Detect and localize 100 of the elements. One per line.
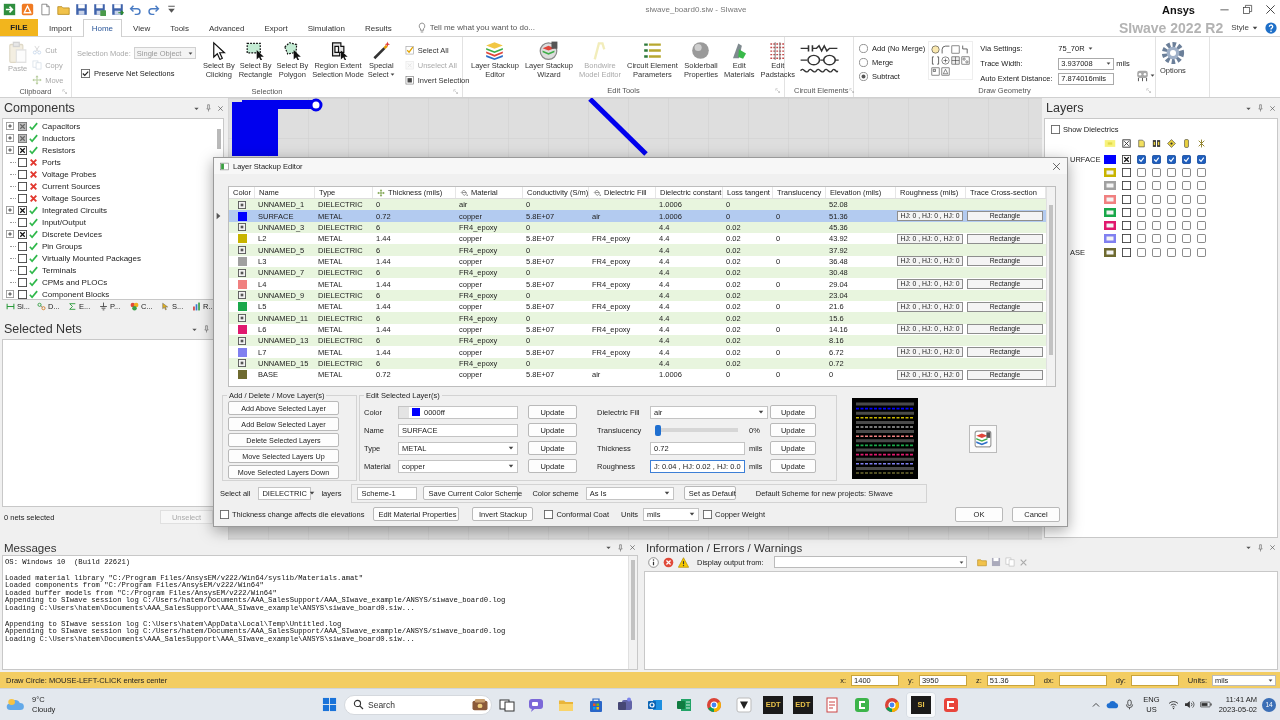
tree-item[interactable]: Voltage Sources xyxy=(42,193,101,203)
checkbox[interactable] xyxy=(18,169,27,179)
checkbox[interactable] xyxy=(220,509,229,519)
checkbox[interactable] xyxy=(1182,234,1191,244)
checkbox[interactable] xyxy=(18,217,27,227)
coordinate-field[interactable] xyxy=(1130,674,1179,686)
checkbox[interactable] xyxy=(1197,154,1206,164)
customize-caret-icon[interactable] xyxy=(165,3,178,16)
checkbox[interactable] xyxy=(1167,234,1176,244)
dropdown-caret-icon[interactable] xyxy=(1245,544,1252,551)
wifi-icon[interactable] xyxy=(1167,699,1179,710)
checkbox[interactable] xyxy=(1197,194,1206,204)
tree-item[interactable]: Resistors xyxy=(42,145,76,155)
checkbox[interactable] xyxy=(1152,207,1161,217)
output-dropdown[interactable] xyxy=(773,556,967,568)
microphone-icon[interactable] xyxy=(1124,699,1136,710)
checkbox[interactable] xyxy=(18,193,27,203)
ribbon-tab[interactable]: Simulation xyxy=(298,19,354,36)
pad-tool-icon[interactable] xyxy=(941,56,951,65)
weather-cloud-icon[interactable] xyxy=(6,696,24,713)
expand-icon[interactable] xyxy=(6,146,14,154)
grid-tool-icon[interactable] xyxy=(951,56,961,65)
style-menu[interactable]: Style xyxy=(1231,23,1258,32)
radio-button[interactable] xyxy=(859,72,868,81)
radio-button[interactable] xyxy=(859,58,868,67)
pin-icon[interactable] xyxy=(1257,543,1264,552)
app-icon[interactable] xyxy=(3,3,16,16)
tree-item[interactable]: Integrated Circuits xyxy=(42,205,107,215)
checkbox[interactable] xyxy=(703,509,713,519)
checkbox[interactable] xyxy=(18,145,27,155)
expand-icon[interactable] xyxy=(6,134,14,142)
checkbox[interactable] xyxy=(81,69,90,78)
color-swatch-icon[interactable] xyxy=(1104,167,1116,177)
arc-tool-icon[interactable] xyxy=(941,45,951,54)
bracket-tool-icon[interactable] xyxy=(931,56,941,65)
checkbox[interactable] xyxy=(1182,194,1191,204)
tree-item[interactable]: Terminals xyxy=(42,265,77,275)
checkbox[interactable] xyxy=(1137,234,1146,244)
expand-icon[interactable] xyxy=(6,290,14,298)
new-file-icon[interactable] xyxy=(39,3,52,16)
checkbox[interactable] xyxy=(1122,247,1131,257)
start-icon[interactable] xyxy=(322,697,337,712)
checkbox[interactable] xyxy=(1197,181,1206,191)
tree-item[interactable]: Current Sources xyxy=(42,181,101,191)
path-tool-icon[interactable] xyxy=(961,45,971,54)
cutout-tool-icon[interactable] xyxy=(941,67,951,76)
circle-tool-icon[interactable] xyxy=(931,45,941,54)
color-swatch-icon[interactable] xyxy=(1104,194,1116,204)
checkbox[interactable] xyxy=(1152,181,1161,191)
checkbox[interactable] xyxy=(1152,154,1161,164)
tree-item[interactable]: Voltage Probes xyxy=(42,169,97,179)
checkbox[interactable] xyxy=(1122,234,1131,244)
tell-me-field[interactable]: Tell me what you want to do... xyxy=(429,23,548,32)
checkbox[interactable] xyxy=(1122,154,1131,164)
checkbox[interactable] xyxy=(18,241,27,251)
color-swatch-icon[interactable] xyxy=(1104,234,1116,244)
tree-item[interactable]: Inductors xyxy=(42,133,75,143)
checkbox[interactable] xyxy=(1167,247,1176,257)
speaker-icon[interactable] xyxy=(1183,699,1195,710)
tree-item[interactable]: Ports xyxy=(42,157,61,167)
restore-icon[interactable] xyxy=(1242,4,1253,15)
ribbon-tab[interactable]: Results xyxy=(356,19,401,36)
checkbox[interactable] xyxy=(1167,167,1176,177)
checkbox[interactable] xyxy=(1182,154,1191,164)
undo-icon[interactable] xyxy=(129,3,142,16)
expand-icon[interactable] xyxy=(6,122,14,130)
checkbox[interactable] xyxy=(18,157,27,167)
app-logo-icon[interactable] xyxy=(21,3,34,16)
checkbox[interactable] xyxy=(544,509,554,519)
warning-icon[interactable] xyxy=(678,556,689,568)
checkbox[interactable] xyxy=(18,277,27,287)
color-swatch-icon[interactable] xyxy=(1104,221,1116,231)
pin-icon[interactable] xyxy=(205,104,212,112)
checkbox[interactable] xyxy=(1152,234,1161,244)
scrollbar-thumb[interactable] xyxy=(217,129,221,149)
checkbox[interactable] xyxy=(1167,221,1176,231)
checkbox[interactable] xyxy=(1051,125,1060,134)
checkbox[interactable] xyxy=(1137,154,1146,164)
checkbox[interactable] xyxy=(18,253,27,263)
checkbox[interactable] xyxy=(1137,181,1146,191)
checkbox[interactable] xyxy=(1152,247,1161,257)
checkbox[interactable] xyxy=(1182,167,1191,177)
scrollbar-thumb[interactable] xyxy=(631,560,635,640)
error-icon[interactable] xyxy=(663,556,674,568)
clear-icon[interactable] xyxy=(1018,557,1028,567)
search-field[interactable]: Search xyxy=(368,699,468,710)
open-folder-icon[interactable] xyxy=(57,3,70,16)
checkbox[interactable] xyxy=(1152,194,1161,204)
color-swatch-icon[interactable] xyxy=(1104,154,1116,164)
ribbon-tab[interactable]: Advanced xyxy=(199,19,254,36)
checkbox[interactable] xyxy=(1137,221,1146,231)
close-icon[interactable] xyxy=(1052,161,1061,171)
checkbox[interactable] xyxy=(1137,167,1146,177)
checkbox[interactable] xyxy=(1197,247,1206,257)
pin-icon[interactable] xyxy=(203,325,210,333)
pin-icon[interactable] xyxy=(617,543,624,552)
ribbon-tab[interactable]: Export xyxy=(255,19,297,36)
checkbox[interactable] xyxy=(18,229,27,239)
checkbox[interactable] xyxy=(1197,207,1206,217)
rectangle-tool-icon[interactable] xyxy=(951,45,961,54)
